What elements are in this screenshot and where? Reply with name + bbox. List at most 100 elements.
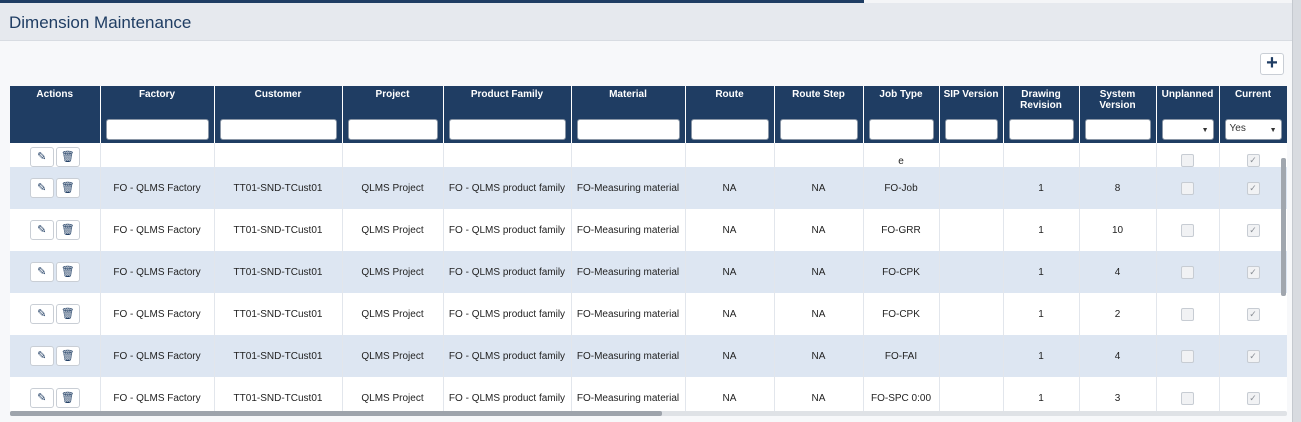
filter-input-system-version[interactable]	[1084, 119, 1151, 140]
drawing-revision-cell: 1	[1003, 251, 1080, 293]
pencil-icon[interactable]: ✎	[29, 147, 54, 167]
table-row[interactable]: ✎ 🗑 FO - QLMS Factory TT01-SND-TCust01 QLMS …	[10, 293, 1287, 335]
header-cell: Actions	[12, 89, 98, 143]
unplanned-checkbox[interactable]	[1181, 181, 1194, 195]
pencil-icon[interactable]: ✎	[29, 388, 54, 408]
column-header-project[interactable]: Project	[342, 86, 444, 143]
route-step-cell: NA	[774, 209, 864, 251]
sip-version-cell	[939, 293, 1004, 335]
unplanned-checkbox[interactable]	[1181, 349, 1194, 363]
header-cell: Drawing Revision	[1006, 89, 1077, 143]
trash-icon[interactable]: 🗑	[55, 346, 80, 366]
chevron-down-icon: ▼	[1269, 127, 1277, 134]
current-checkbox[interactable]: ✓	[1246, 391, 1260, 405]
trash-icon[interactable]: 🗑	[55, 388, 80, 408]
trash-icon[interactable]: 🗑	[55, 262, 80, 282]
column-header-system-version[interactable]: System Version	[1079, 86, 1157, 143]
current-checkbox[interactable]: ✓	[1246, 307, 1260, 321]
route-step-cell: NA	[774, 167, 864, 209]
header-cell: Factory	[103, 89, 212, 143]
current-checkbox[interactable]: ✓	[1246, 181, 1260, 195]
actions-cell: ✎ 🗑	[10, 209, 101, 251]
actions-cell: ✎ 🗑	[10, 143, 101, 167]
table-row[interactable]: ✎ 🗑 FO - QLMS Factory TT01-SND-TCust01 QLMS …	[10, 209, 1287, 251]
factory-cell: FO - QLMS Factory	[100, 293, 215, 335]
trash-icon[interactable]: 🗑	[55, 220, 80, 240]
column-header-route[interactable]: Route	[685, 86, 775, 143]
table-row[interactable]: ✎ 🗑 FO - QLMS Factory TT01-SND-TCust01 QLMS …	[10, 377, 1287, 413]
column-header-unplanned[interactable]: Unplanned ▼	[1156, 86, 1220, 143]
filter-value: Yes	[1229, 123, 1246, 134]
pencil-icon[interactable]: ✎	[29, 220, 54, 240]
trash-icon[interactable]: 🗑	[55, 304, 80, 324]
column-label: Material	[609, 89, 647, 100]
table-row[interactable]: ✎ 🗑 FO - QLMS Factory TT01-SND-TCust01 QLMS …	[10, 251, 1287, 293]
horizontal-scrollbar-thumb[interactable]	[10, 411, 662, 416]
column-header-route-step[interactable]: Route Step	[774, 86, 864, 143]
window-scrollbar[interactable]	[1292, 0, 1301, 422]
column-header-material[interactable]: Material	[571, 86, 686, 143]
unplanned-checkbox[interactable]	[1181, 391, 1194, 405]
grid-cell	[571, 143, 686, 167]
current-checkbox[interactable]: ✓	[1246, 349, 1260, 363]
current-checkbox[interactable]: ✓	[1246, 154, 1260, 167]
unplanned-cell	[1156, 377, 1220, 413]
filter-input-material[interactable]	[576, 119, 680, 140]
filter-select-unplanned[interactable]: ▼	[1161, 119, 1214, 140]
filter-input-drawing-revision[interactable]	[1008, 119, 1074, 140]
table-row[interactable]: ✎ 🗑 FO - QLMS Factory TT01-SND-TCust01 QLMS …	[10, 167, 1287, 209]
column-header-actions[interactable]: Actions	[10, 86, 101, 143]
column-header-current[interactable]: Current Yes ▼	[1219, 86, 1287, 143]
material-cell: FO-Measuring material	[571, 293, 686, 335]
current-checkbox[interactable]: ✓	[1246, 223, 1260, 237]
filter-input-route-step[interactable]	[779, 119, 858, 140]
current-cell: ✓	[1219, 335, 1287, 377]
filter-input-route[interactable]	[690, 119, 769, 140]
trash-icon[interactable]: 🗑	[55, 178, 80, 198]
pencil-icon[interactable]: ✎	[29, 178, 54, 198]
current-checkbox[interactable]: ✓	[1246, 265, 1260, 279]
sip-version-cell	[939, 251, 1004, 293]
filter-input-factory[interactable]	[105, 119, 209, 140]
unplanned-checkbox[interactable]	[1181, 223, 1194, 237]
product-family-cell: FO - QLMS product family	[443, 293, 572, 335]
unplanned-cell	[1156, 209, 1220, 251]
pencil-icon[interactable]: ✎	[29, 262, 54, 282]
header-cell: Current Yes ▼	[1222, 89, 1285, 143]
trash-icon[interactable]: 🗑	[55, 147, 80, 167]
drawing-revision-cell: 1	[1003, 377, 1080, 413]
material-cell: FO-Measuring material	[571, 251, 686, 293]
add-button[interactable]: +	[1260, 53, 1284, 75]
job-type-cell: FO-GRR	[863, 209, 940, 251]
column-header-sip-version[interactable]: SIP Version	[939, 86, 1004, 143]
pencil-icon[interactable]: ✎	[29, 304, 54, 324]
unplanned-checkbox[interactable]	[1181, 154, 1194, 167]
unplanned-checkbox[interactable]	[1181, 307, 1194, 321]
column-header-product-family[interactable]: Product Family	[443, 86, 572, 143]
material-cell: FO-Measuring material	[571, 209, 686, 251]
column-header-job-type[interactable]: Job Type	[863, 86, 940, 143]
vertical-scrollbar-thumb[interactable]	[1281, 158, 1286, 296]
filter-select-current[interactable]: Yes ▼	[1224, 119, 1282, 140]
material-cell: FO-Measuring material	[571, 335, 686, 377]
current-cell: ✓	[1219, 209, 1287, 251]
filter-input-sip-version[interactable]	[944, 119, 998, 140]
unplanned-checkbox[interactable]	[1181, 265, 1194, 279]
route-cell: NA	[685, 293, 775, 335]
filter-input-customer[interactable]	[219, 119, 337, 140]
product-family-cell: FO - QLMS product family	[443, 167, 572, 209]
column-label: System Version	[1099, 89, 1136, 111]
table-row[interactable]: ✎ 🗑 FO - QLMS Factory TT01-SND-TCust01 QLMS …	[10, 335, 1287, 377]
actions-cell: ✎ 🗑	[10, 377, 101, 413]
filter-input-project[interactable]	[347, 119, 438, 140]
pencil-icon[interactable]: ✎	[29, 346, 54, 366]
column-header-factory[interactable]: Factory	[100, 86, 215, 143]
job-type-cell: e	[863, 143, 940, 167]
column-header-drawing-revision[interactable]: Drawing Revision	[1003, 86, 1080, 143]
header-cell: Route	[688, 89, 772, 143]
customer-cell: TT01-SND-TCust01	[214, 377, 343, 413]
filter-input-product-family[interactable]	[448, 119, 566, 140]
filter-input-job-type[interactable]	[868, 119, 934, 140]
column-header-customer[interactable]: Customer	[214, 86, 343, 143]
project-cell: QLMS Project	[342, 167, 444, 209]
